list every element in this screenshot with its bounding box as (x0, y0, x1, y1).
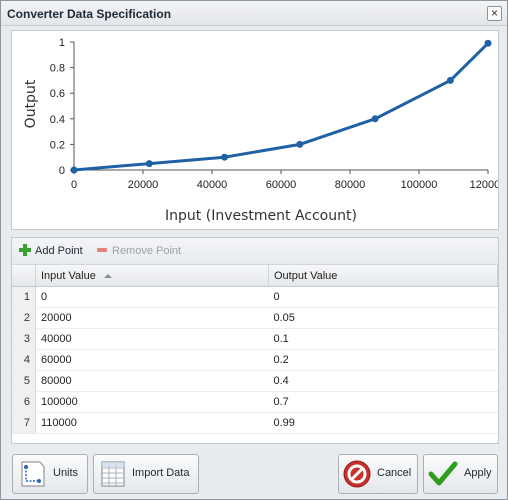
dialog-title: Converter Data Specification (7, 7, 172, 21)
input-cell[interactable]: 110000 (35, 412, 269, 434)
input-cell[interactable]: 80000 (35, 370, 269, 392)
sort-ascending-icon (103, 273, 112, 278)
converter-chart: 0 20000 40000 60000 80000 100000 120000 0 0.2 0.4… (23, 37, 506, 224)
add-point-button[interactable]: Add Point (19, 243, 83, 259)
plus-icon (19, 244, 31, 256)
table-row[interactable]: 100 (12, 286, 498, 308)
converter-dialog: Converter Data Specification × 0 20000 400… (0, 0, 508, 500)
minus-icon (97, 248, 107, 252)
cancel-button[interactable]: Cancel (338, 454, 418, 494)
units-button[interactable]: Units (12, 454, 88, 494)
row-number-header (12, 265, 36, 287)
row-number: 2 (12, 307, 36, 329)
remove-point-label: Remove Point (112, 245, 182, 257)
row-number: 3 (12, 328, 36, 350)
input-cell[interactable]: 40000 (35, 328, 269, 350)
row-number: 1 (12, 286, 36, 308)
input-cell[interactable]: 20000 (35, 307, 269, 329)
input-cell[interactable]: 60000 (35, 349, 269, 371)
data-point (145, 160, 153, 168)
row-number: 5 (12, 370, 36, 392)
data-point (484, 39, 492, 47)
apply-label: Apply (464, 467, 492, 479)
data-point (446, 76, 454, 84)
y-tick-label: 0.2 (50, 139, 65, 151)
data-point (296, 140, 304, 148)
cancel-icon (343, 460, 371, 488)
title-bar: Converter Data Specification × (1, 1, 507, 26)
import-data-label: Import Data (132, 467, 190, 479)
output-cell[interactable]: 0.05 (268, 307, 498, 329)
input-cell[interactable]: 100000 (35, 391, 269, 413)
y-axis-title: Output (23, 79, 39, 128)
data-point (221, 153, 229, 161)
output-cell[interactable]: 0.4 (268, 370, 498, 392)
x-tick-label: 0 (71, 179, 77, 191)
units-label: Units (53, 467, 79, 479)
output-value-header-label: Output Value (274, 269, 338, 282)
x-axis-title: Input (Investment Account) (165, 208, 357, 224)
apply-button[interactable]: Apply (423, 454, 498, 494)
grid-toolbar: Add Point Remove Point (12, 238, 498, 265)
y-tick-label: 0.8 (50, 63, 65, 75)
output-cell[interactable]: 0.7 (268, 391, 498, 413)
table-row[interactable]: 2 20000 0.05 (12, 307, 498, 329)
x-tick-label: 120000 (470, 179, 498, 191)
y-tick-label: 1 (59, 37, 65, 49)
row-number: 6 (12, 391, 36, 413)
row-number: 4 (12, 349, 36, 371)
y-tick-label: 0.6 (50, 88, 65, 100)
output-value-header[interactable]: Output Value (268, 265, 498, 287)
input-value-header-label: Input Value (41, 269, 96, 282)
data-table: Input Value Output Value 100 2 20000 0.05 … (12, 265, 498, 434)
x-tick-label: 40000 (197, 179, 228, 191)
table-row[interactable]: 7 110000 0.99 (12, 412, 498, 434)
x-tick-label: 20000 (128, 179, 159, 191)
y-tick-label: 0 (59, 165, 65, 177)
output-cell[interactable]: 0.99 (268, 412, 498, 434)
spreadsheet-icon (101, 461, 125, 487)
row-number: 7 (12, 412, 36, 434)
close-button[interactable]: × (487, 6, 502, 21)
data-point (371, 115, 379, 123)
output-cell[interactable]: 0 (268, 286, 498, 308)
units-icon (21, 461, 45, 487)
x-tick-label: 60000 (266, 179, 297, 191)
table-row[interactable]: 4 60000 0.2 (12, 349, 498, 371)
y-tick-label: 0.4 (50, 114, 65, 126)
series-line (73, 42, 490, 172)
add-point-label: Add Point (35, 245, 83, 257)
data-point (70, 166, 78, 174)
remove-point-button[interactable]: Remove Point (97, 243, 181, 259)
input-cell[interactable]: 0 (35, 286, 269, 308)
output-cell[interactable]: 0.1 (268, 328, 498, 350)
data-grid-panel: Add Point Remove Point Input Value Outpu… (11, 237, 499, 444)
chart-panel: 0 20000 40000 60000 80000 100000 120000 0 0.2 0.4… (11, 30, 506, 230)
table-row[interactable]: 5 80000 0.4 (12, 370, 498, 392)
output-cell[interactable]: 0.2 (268, 349, 498, 371)
input-value-header[interactable]: Input Value (35, 265, 269, 287)
cancel-label: Cancel (377, 467, 412, 479)
table-header-row: Input Value Output Value (12, 265, 498, 287)
checkmark-icon (428, 461, 458, 486)
table-row[interactable]: 3 40000 0.1 (12, 328, 498, 350)
import-data-button[interactable]: Import Data (93, 454, 199, 494)
table-row[interactable]: 6 100000 0.7 (12, 391, 498, 413)
x-tick-label: 80000 (335, 179, 366, 191)
x-tick-label: 100000 (401, 179, 438, 191)
